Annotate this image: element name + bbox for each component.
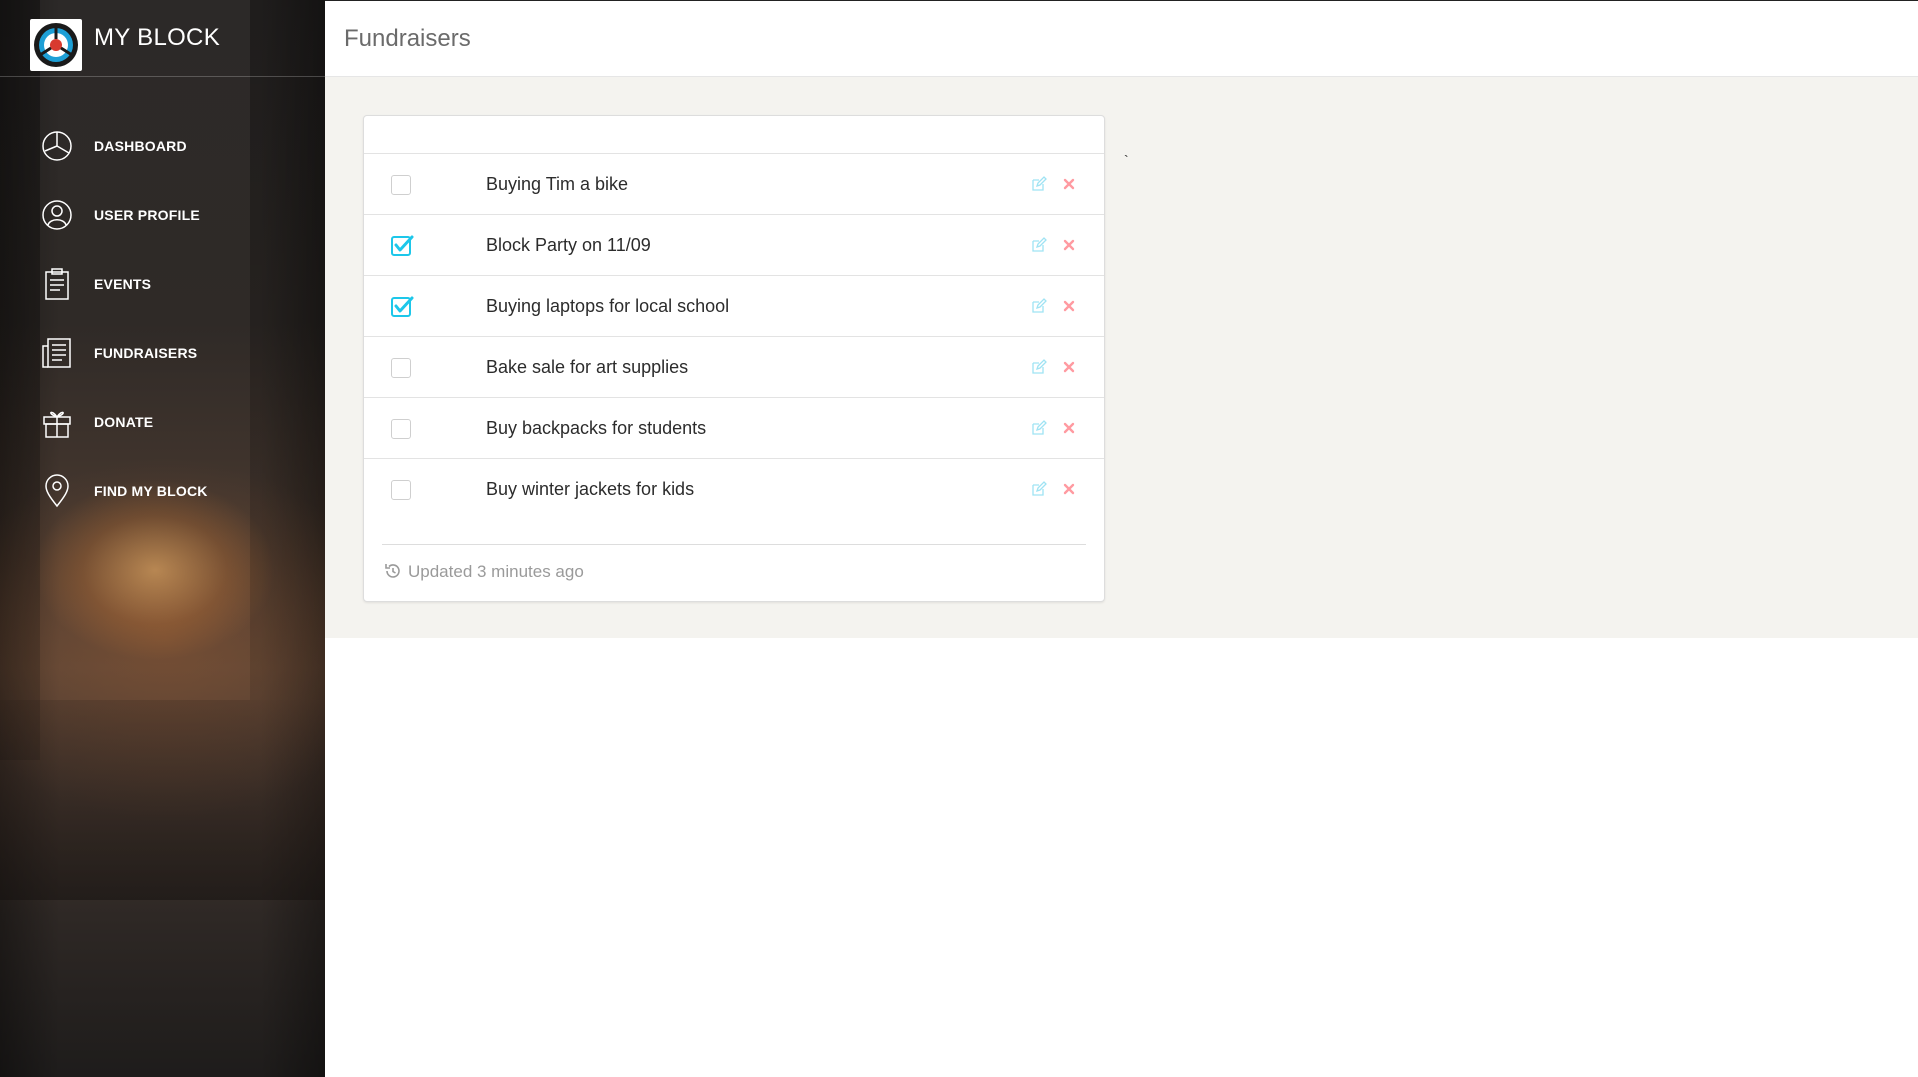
pie-chart-icon xyxy=(42,130,72,161)
task-label: Buying Tim a bike xyxy=(486,174,629,194)
task-label: Buy winter jackets for kids xyxy=(486,479,695,499)
checked-checkbox-icon[interactable] xyxy=(390,234,414,258)
card-footer: Updated 3 minutes ago xyxy=(382,544,1086,601)
task-checkbox[interactable] xyxy=(391,480,411,500)
gift-icon xyxy=(43,411,71,438)
main-content: ` Buying Tim a bike Block Party on 11/09… xyxy=(325,77,1918,638)
task-label: Buy backpacks for students xyxy=(486,418,707,438)
edit-icon[interactable] xyxy=(1031,237,1047,253)
edit-icon[interactable] xyxy=(1031,359,1047,375)
card-header xyxy=(364,116,1104,154)
task-checkbox[interactable] xyxy=(391,358,411,378)
list-item: Buying laptops for local school xyxy=(364,276,1104,337)
edit-icon[interactable] xyxy=(1031,298,1047,314)
sidebar-item-label: FIND MY BLOCK xyxy=(94,482,208,499)
remove-icon[interactable] xyxy=(1061,359,1077,375)
brand: MY BLOCK xyxy=(0,0,325,77)
edit-icon[interactable] xyxy=(1031,420,1047,436)
task-label: Bake sale for art supplies xyxy=(486,357,689,377)
sidebar-item-events[interactable]: EVENTS xyxy=(0,249,325,318)
list-item: Buy backpacks for students xyxy=(364,398,1104,459)
page-title[interactable]: Fundraisers xyxy=(344,25,471,53)
task-checkbox[interactable] xyxy=(391,419,411,439)
newspaper-icon xyxy=(42,337,71,368)
history-icon xyxy=(385,564,400,578)
sidebar-item-user-profile[interactable]: USER PROFILE xyxy=(0,180,325,249)
sidebar-item-fundraisers[interactable]: FUNDRAISERS xyxy=(0,318,325,387)
sidebar: MY BLOCK DASHBOARD USER PROFILE EVENTS F… xyxy=(0,0,325,1077)
my-block-logo[interactable] xyxy=(30,19,82,71)
top-navbar: Fundraisers xyxy=(325,0,1918,77)
fundraiser-list: Buying Tim a bike Block Party on 11/09 B… xyxy=(364,154,1104,520)
stray-character: ` xyxy=(1124,152,1129,168)
sidebar-item-dashboard[interactable]: DASHBOARD xyxy=(0,111,325,180)
sidebar-item-label: FUNDRAISERS xyxy=(94,344,198,361)
clipboard-icon xyxy=(45,267,69,300)
remove-icon[interactable] xyxy=(1061,176,1077,192)
remove-icon[interactable] xyxy=(1061,481,1077,497)
sidebar-nav: DASHBOARD USER PROFILE EVENTS FUNDRAISER… xyxy=(0,111,325,525)
task-label: Buying laptops for local school xyxy=(486,296,730,316)
updated-status: Updated 3 minutes ago xyxy=(408,562,584,581)
list-item: Buy winter jackets for kids xyxy=(364,459,1104,520)
user-icon xyxy=(42,199,72,230)
sidebar-item-label: DONATE xyxy=(94,413,154,430)
remove-icon[interactable] xyxy=(1061,298,1077,314)
task-checkbox[interactable] xyxy=(391,175,411,195)
sidebar-item-find-my-block[interactable]: FIND MY BLOCK xyxy=(0,456,325,525)
sidebar-item-donate[interactable]: DONATE xyxy=(0,387,325,456)
sidebar-item-label: DASHBOARD xyxy=(94,137,187,154)
sidebar-background-street xyxy=(0,700,325,900)
edit-icon[interactable] xyxy=(1031,176,1047,192)
map-pin-icon xyxy=(45,473,69,507)
edit-icon[interactable] xyxy=(1031,481,1047,497)
list-item: Bake sale for art supplies xyxy=(364,337,1104,398)
sidebar-item-label: USER PROFILE xyxy=(94,206,200,223)
task-label: Block Party on 11/09 xyxy=(486,235,651,255)
checked-checkbox-icon[interactable] xyxy=(390,295,414,319)
list-item: Block Party on 11/09 xyxy=(364,215,1104,276)
brand-title[interactable]: MY BLOCK xyxy=(94,24,220,52)
remove-icon[interactable] xyxy=(1061,420,1077,436)
fundraisers-card: Buying Tim a bike Block Party on 11/09 B… xyxy=(363,115,1105,602)
list-item: Buying Tim a bike xyxy=(364,154,1104,215)
sidebar-item-label: EVENTS xyxy=(94,275,152,292)
remove-icon[interactable] xyxy=(1061,237,1077,253)
